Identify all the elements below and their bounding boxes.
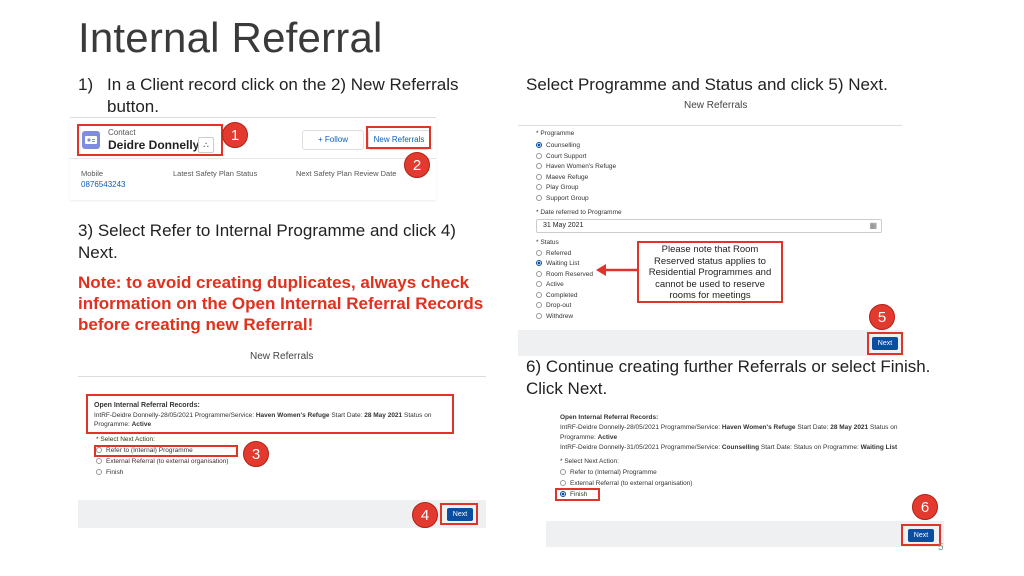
highlight-modal3-next bbox=[440, 503, 478, 525]
programme-option-counselling[interactable]: Counselling bbox=[536, 142, 580, 149]
programme-option-maeve[interactable]: Maeve Refuge bbox=[536, 174, 588, 181]
radio-icon[interactable] bbox=[536, 184, 542, 191]
modal5-header: New Referrals bbox=[684, 100, 748, 111]
status-option-waiting-list[interactable]: Waiting List bbox=[536, 260, 579, 267]
date-referred-field[interactable]: 31 May 2021 ▦ bbox=[536, 219, 882, 233]
safety-plan-review-label: Next Safety Plan Review Date bbox=[296, 169, 397, 178]
callout-line5: rooms for meetings bbox=[669, 290, 751, 302]
mobile-label: Mobile bbox=[81, 169, 104, 178]
radio-selected-icon[interactable] bbox=[536, 260, 542, 267]
note-line3: before creating new Referral! bbox=[78, 315, 314, 334]
modal6-records-title: Open Internal Referral Records: bbox=[560, 414, 659, 421]
step-1-line1: In a Client record click on the 2) New R… bbox=[107, 75, 459, 94]
page-number: 5 bbox=[938, 542, 944, 553]
callout-arrow-icon bbox=[596, 264, 640, 276]
programme-option-support-group[interactable]: Support Group bbox=[536, 195, 589, 202]
note-line2: information on the Open Internal Referra… bbox=[78, 294, 484, 313]
badge-6: 6 bbox=[912, 494, 938, 520]
modal6-next-action-label: * Select Next Action: bbox=[560, 458, 619, 465]
radio-icon[interactable] bbox=[560, 480, 566, 487]
safety-plan-status-label: Latest Safety Plan Status bbox=[173, 169, 258, 178]
radio-icon[interactable] bbox=[536, 292, 542, 299]
radio-icon[interactable] bbox=[536, 250, 542, 257]
callout-line2: Reserved status applies to bbox=[654, 255, 766, 267]
date-referred-label: * Date referred to Programme bbox=[536, 209, 622, 216]
modal6-footer bbox=[546, 521, 944, 547]
programme-label: * Programme bbox=[536, 130, 575, 137]
modal3-header: New Referrals bbox=[250, 351, 314, 362]
highlight-modal5-next bbox=[867, 332, 903, 355]
radio-icon[interactable] bbox=[536, 163, 542, 170]
divider bbox=[70, 158, 436, 159]
status-option-completed[interactable]: Completed bbox=[536, 292, 577, 299]
step-1-number: 1) bbox=[78, 75, 94, 94]
status-option-active[interactable]: Active bbox=[536, 281, 564, 288]
badge-2: 2 bbox=[404, 152, 430, 178]
radio-icon[interactable] bbox=[536, 281, 542, 288]
highlight-contact-box bbox=[77, 124, 223, 156]
radio-icon[interactable] bbox=[536, 153, 542, 160]
step-6-line2: Click Next. bbox=[526, 379, 608, 398]
step-3-line2: Next. bbox=[78, 243, 118, 262]
step-3-line1: 3) Select Refer to Internal Programme an… bbox=[78, 221, 456, 240]
modal3-option-finish[interactable]: Finish bbox=[96, 469, 123, 476]
highlight-new-referrals-box bbox=[366, 126, 431, 149]
radio-icon[interactable] bbox=[96, 458, 102, 465]
radio-icon[interactable] bbox=[536, 313, 542, 320]
status-option-referred[interactable]: Referred bbox=[536, 250, 571, 257]
modal6-record-2: IntRF-Deidre Donnelly-31/05/2021 Program… bbox=[560, 444, 898, 451]
radio-icon[interactable] bbox=[536, 271, 542, 278]
step-5-text: Select Programme and Status and click 5)… bbox=[526, 75, 888, 94]
highlight-finish bbox=[555, 488, 600, 501]
status-option-withdrew[interactable]: Withdrew bbox=[536, 313, 573, 320]
modal6-record-1: IntRF-Deidre Donnelly-28/05/2021 Program… bbox=[560, 424, 898, 431]
programme-option-haven[interactable]: Haven Women's Refuge bbox=[536, 163, 616, 170]
mobile-value[interactable]: 0876543243 bbox=[81, 180, 126, 189]
modal6-record-1b: Programme: Active bbox=[560, 434, 618, 441]
badge-4: 4 bbox=[412, 502, 438, 528]
callout-line4: cannot be used to reserve bbox=[655, 278, 765, 290]
badge-1: 1 bbox=[222, 122, 248, 148]
programme-option-court-support[interactable]: Court Support bbox=[536, 153, 586, 160]
status-label: * Status bbox=[536, 239, 559, 246]
programme-option-play-group[interactable]: Play Group bbox=[536, 184, 579, 191]
radio-selected-icon[interactable] bbox=[536, 142, 542, 149]
radio-icon[interactable] bbox=[96, 469, 102, 476]
follow-button[interactable]: + Follow bbox=[302, 130, 364, 150]
highlight-modal6-next bbox=[901, 524, 941, 546]
step-6-line1: 6) Continue creating further Referrals o… bbox=[526, 357, 931, 376]
callout-line1: Please note that Room bbox=[661, 244, 759, 255]
modal6-option-external[interactable]: External Referral (to external organisat… bbox=[560, 480, 692, 487]
modal5-header-divider bbox=[518, 125, 902, 126]
modal6-option-refer-internal[interactable]: Refer to (Internal) Programme bbox=[560, 469, 657, 476]
badge-3: 3 bbox=[243, 441, 269, 467]
modal5-footer bbox=[518, 330, 902, 356]
radio-icon[interactable] bbox=[560, 469, 566, 476]
page-title: Internal Referral bbox=[78, 14, 383, 61]
modal3-option-external[interactable]: External Referral (to external organisat… bbox=[96, 458, 228, 465]
callout-line3: Residential Programmes and bbox=[648, 267, 772, 279]
badge-5: 5 bbox=[869, 304, 895, 330]
note-line1: Note: to avoid creating duplicates, alwa… bbox=[78, 273, 470, 292]
radio-icon[interactable] bbox=[536, 302, 542, 309]
highlight-refer-internal bbox=[94, 445, 238, 457]
room-reserved-callout: Please note that Room Reserved status ap… bbox=[637, 241, 783, 303]
date-referred-value: 31 May 2021 bbox=[543, 222, 584, 229]
radio-icon[interactable] bbox=[536, 174, 542, 181]
status-option-room-reserved[interactable]: Room Reserved bbox=[536, 271, 593, 278]
modal3-header-divider bbox=[78, 376, 486, 377]
calendar-icon[interactable]: ▦ bbox=[869, 221, 877, 230]
modal3-next-action-label: * Select Next Action: bbox=[96, 436, 155, 443]
radio-icon[interactable] bbox=[536, 195, 542, 202]
step-1-line2: button. bbox=[107, 97, 159, 116]
highlight-modal3-records bbox=[86, 394, 454, 434]
status-option-drop-out[interactable]: Drop-out bbox=[536, 302, 571, 309]
